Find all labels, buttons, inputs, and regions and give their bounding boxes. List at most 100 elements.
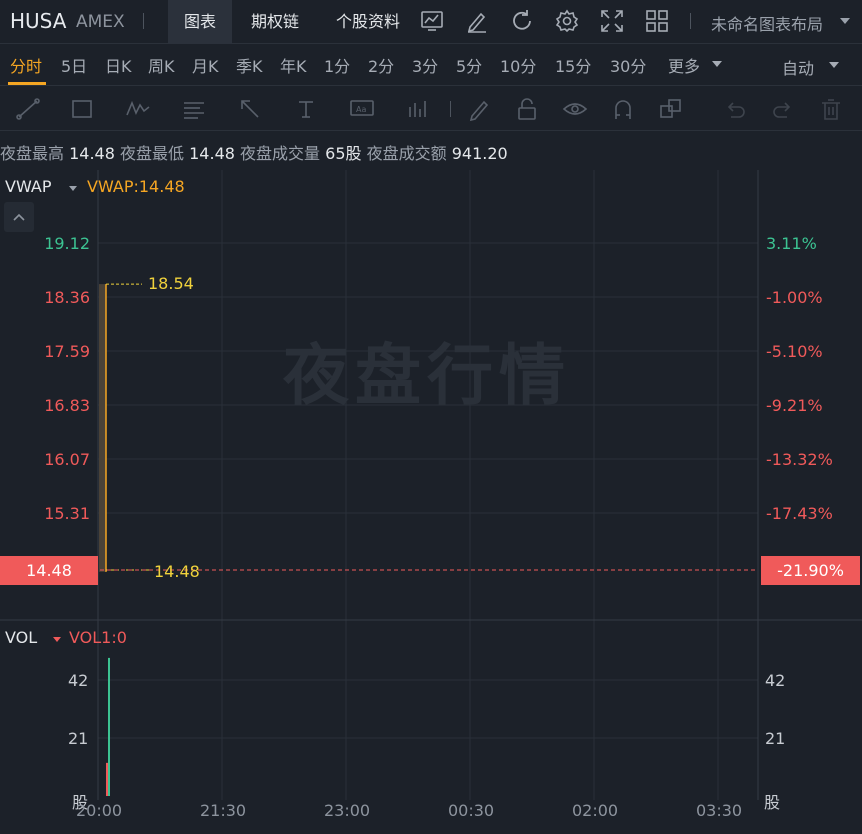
time-axis-label: 00:30: [448, 801, 495, 820]
vol-axis-label: 42: [68, 671, 89, 690]
session-turnover-value: 941.20: [451, 144, 508, 163]
active-period-indicator: [8, 82, 46, 85]
refresh-icon[interactable]: [509, 8, 535, 34]
vol-axis-label: 21: [68, 729, 89, 748]
scale-mode-dropdown[interactable]: 自动: [782, 55, 814, 79]
time-axis-label: 03:30: [696, 801, 743, 820]
layers-icon[interactable]: [657, 95, 685, 123]
price-axis-label: 19.12: [44, 234, 90, 253]
chevron-down-icon[interactable]: [838, 14, 852, 28]
period-yearly[interactable]: 年K: [280, 53, 307, 77]
visibility-icon[interactable]: [561, 95, 589, 123]
vol-indicator-name[interactable]: VOL: [5, 628, 37, 647]
vol-unit-label-right: 股: [764, 793, 781, 812]
settings-icon[interactable]: [554, 8, 580, 34]
price-area: [99, 284, 106, 572]
period-5day[interactable]: 5日: [61, 53, 87, 77]
text-icon[interactable]: [292, 95, 320, 123]
session-low-value: 14.48: [189, 144, 235, 163]
price-axis-label: 17.59: [44, 342, 90, 361]
high-marker-label: 18.54: [148, 274, 194, 293]
period-1min[interactable]: 1分: [324, 53, 350, 77]
rectangle-icon[interactable]: [68, 95, 96, 123]
time-axis-label: 02:00: [572, 801, 619, 820]
time-axis-label: 23:00: [324, 801, 371, 820]
period-10min[interactable]: 10分: [500, 53, 536, 77]
chevron-down-icon[interactable]: [711, 58, 723, 70]
lock-icon[interactable]: [513, 95, 541, 123]
tab-options-chain[interactable]: 期权链: [234, 0, 316, 44]
volume-bar: [106, 762, 108, 796]
current-price-tag: 14.48: [0, 556, 98, 585]
fullscreen-icon[interactable]: [599, 8, 625, 34]
period-30min[interactable]: 30分: [610, 53, 646, 77]
tab-stock-profile[interactable]: 个股资料: [320, 0, 416, 44]
chevron-down-icon[interactable]: [828, 59, 840, 71]
period-3min[interactable]: 3分: [412, 53, 438, 77]
pct-axis-label: -1.00%: [766, 288, 823, 307]
draw-pen-icon[interactable]: [464, 8, 490, 34]
pct-axis-label: -17.43%: [766, 504, 833, 523]
wave-pattern-icon[interactable]: [124, 95, 152, 123]
main-indicator-name[interactable]: VWAP: [5, 177, 51, 196]
period-2min[interactable]: 2分: [368, 53, 394, 77]
annotation-icon[interactable]: Aa: [348, 95, 376, 123]
fibonacci-icon[interactable]: [180, 95, 208, 123]
pct-axis-label: 3.11%: [766, 234, 817, 253]
pct-axis-label: -13.32%: [766, 450, 833, 469]
pct-axis-label: -5.10%: [766, 342, 823, 361]
chevron-up-icon: [13, 213, 25, 221]
top-bar: HUSA AMEX 图表 期权链 个股资料 未命名图表布局: [0, 0, 862, 44]
session-high-value: 14.48: [69, 144, 115, 163]
volume-bar: [108, 657, 110, 796]
arrow-icon[interactable]: [236, 95, 264, 123]
magnet-icon[interactable]: [609, 95, 637, 123]
main-indicator-value: VWAP:14.48: [87, 177, 185, 196]
period-15min[interactable]: 15分: [555, 53, 591, 77]
session-volume-label: 夜盘成交量: [240, 144, 321, 163]
vol-axis-label-right: 42: [765, 671, 786, 690]
svg-text:Aa: Aa: [356, 105, 366, 114]
session-volume-value: 65股: [325, 144, 362, 163]
layout-name-dropdown[interactable]: 未命名图表布局: [711, 11, 823, 35]
period-more[interactable]: 更多: [668, 53, 700, 77]
period-monthly[interactable]: 月K: [192, 53, 219, 77]
brush-icon[interactable]: [465, 95, 493, 123]
divider: [690, 13, 691, 29]
collapse-button[interactable]: [4, 202, 34, 232]
trend-line-icon[interactable]: [14, 95, 42, 123]
period-intraday[interactable]: 分时: [10, 53, 42, 77]
layout-grid-icon[interactable]: [644, 8, 670, 34]
symbol: HUSA: [10, 9, 67, 33]
divider: [143, 13, 144, 29]
price-axis-label: 16.83: [44, 396, 90, 415]
tab-chart[interactable]: 图表: [168, 0, 232, 44]
period-quarterly[interactable]: 季K: [236, 53, 263, 77]
session-turnover-label: 夜盘成交额: [366, 144, 447, 163]
session-high-label: 夜盘最高: [0, 144, 65, 163]
chevron-down-icon[interactable]: [68, 183, 78, 193]
price-axis-label: 16.07: [44, 450, 90, 469]
vol-axis-label-right: 21: [765, 729, 786, 748]
divider: [450, 101, 451, 117]
undo-icon[interactable]: [721, 95, 749, 123]
trash-icon[interactable]: [817, 95, 845, 123]
period-5min[interactable]: 5分: [456, 53, 482, 77]
price-axis-label: 18.36: [44, 288, 90, 307]
chevron-down-icon[interactable]: [52, 634, 62, 644]
period-weekly[interactable]: 周K: [148, 53, 175, 77]
low-marker-label: 14.48: [154, 562, 200, 581]
drawing-toolbar: Aa: [0, 87, 862, 131]
session-info: 夜盘最高 14.48 夜盘最低 14.48 夜盘成交量 65股 夜盘成交额 94…: [0, 140, 508, 164]
vol-indicator-value: VOL1:0: [69, 628, 127, 647]
indicator-icon[interactable]: [419, 8, 445, 34]
pct-axis-label: -9.21%: [766, 396, 823, 415]
current-pct-tag: -21.90%: [761, 556, 860, 585]
time-axis-label: 21:30: [200, 801, 247, 820]
bar-pattern-icon[interactable]: [404, 95, 432, 123]
redo-icon[interactable]: [769, 95, 797, 123]
period-bar: 分时 5日 日K 周K 月K 季K 年K 1分 2分 3分 5分 10分 15分…: [0, 44, 862, 86]
chart-canvas[interactable]: [0, 170, 862, 834]
time-axis-label: 20:00: [76, 801, 123, 820]
period-daily[interactable]: 日K: [105, 53, 132, 77]
